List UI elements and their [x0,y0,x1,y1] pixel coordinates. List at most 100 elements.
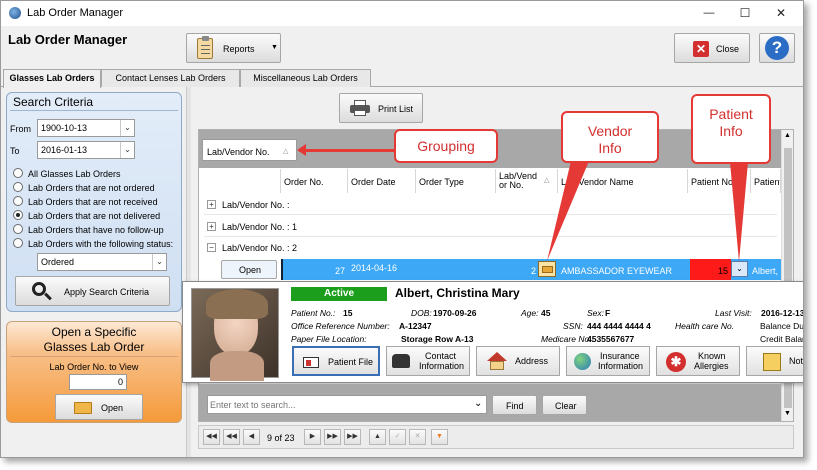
notes-button[interactable]: Not [746,346,804,376]
clipboard-icon [197,36,213,59]
minimize-button[interactable]: — [691,1,727,26]
insurance-information-button[interactable]: Insurance Information [566,346,650,376]
lab-order-no-label: Lab Order No. to View [49,362,139,372]
patient-callout-arrow [730,162,748,262]
cell-order-no: 27 [334,266,345,276]
group-row[interactable]: − Lab/Vendor No. : 2 [204,238,777,258]
collapse-icon[interactable]: − [207,243,216,252]
search-criteria-title: Search Criteria [13,95,94,109]
patient-name: Albert, Christina Mary [395,286,520,300]
to-date-field[interactable]: 2016-01-13 ⌄ [37,141,135,159]
group-chip[interactable]: Lab/Vendor No. △ [202,139,297,161]
ssn-value: 444 4444 4444 4 [587,321,651,331]
prev-page-set-button[interactable]: ◀◀ [223,429,240,445]
clear-button[interactable]: Clear [542,395,587,415]
col-indent [199,169,281,193]
medicare-label: Medicare No.: [541,334,594,344]
group-chip-label: Lab/Vendor No. [207,147,270,157]
cancel-edit-button[interactable]: ✕ [409,429,426,445]
notepad-icon [763,353,781,371]
col-order-no[interactable]: Order No. [281,169,348,193]
patient-no-value: 15 [717,266,728,276]
chevron-down-icon[interactable]: ⌄ [474,398,482,409]
tab-glasses-lab-orders[interactable]: Glasses Lab Orders [3,69,101,88]
known-label: Known [698,351,726,361]
radio-not-delivered[interactable] [13,210,23,220]
confirm-button[interactable]: ✓ [389,429,406,445]
lab-order-no-field[interactable]: 0 [69,374,127,390]
pager-text: 9 of 23 [267,433,295,443]
col-order-date[interactable]: Order Date [348,169,416,193]
grouping-arrow [299,149,395,152]
expand-icon[interactable]: + [207,222,216,231]
close-icon: ✕ [693,41,709,57]
print-list-label: Print List [378,104,414,114]
row-open-button[interactable]: Open [221,260,277,279]
radio-label: Lab Orders with the following status: [28,239,174,249]
radio-following-status[interactable] [13,238,23,248]
radio-not-ordered[interactable] [13,182,23,192]
contact-information-button[interactable]: Contact Information [386,346,470,376]
next-page-set-button[interactable]: ▶▶ [324,429,341,445]
house-icon [487,352,507,361]
prev-page-button[interactable]: ◀ [243,429,260,445]
open-order-button[interactable]: Open [55,394,143,420]
grouping-callout: Grouping [394,129,498,163]
reports-label: Reports [223,44,255,54]
open-label: Open [101,403,124,413]
address-button[interactable]: Address [476,346,560,376]
radio-not-received[interactable] [13,196,23,206]
open-panel-title-1: Open a Specific [51,325,137,339]
printer-icon [350,100,370,116]
vendor-info-button[interactable] [538,261,556,277]
information-label: Information [419,361,465,371]
next-page-button[interactable]: ▶ [304,429,321,445]
scroll-up-icon[interactable]: ▲ [784,132,791,139]
print-list-button[interactable]: Print List [339,93,423,123]
allergies-label: Allergies [694,361,729,371]
close-window-button[interactable]: ✕ [763,1,799,26]
chevron-down-icon: ⌄ [120,120,134,136]
cell-order-date: 2014-04-16 [351,263,398,273]
group-row[interactable]: + Lab/Vendor No. : [204,195,777,215]
expand-icon[interactable]: + [207,200,216,209]
maximize-button[interactable]: ☐ [727,1,763,26]
col-order-type[interactable]: Order Type [416,169,496,193]
status-select[interactable]: Ordered ⌄ [37,253,167,271]
grid-search-field[interactable]: ⌄ [207,395,487,414]
globe-icon [574,353,591,370]
apply-search-criteria-button[interactable]: Apply Search Criteria [15,276,170,306]
first-page-button[interactable]: ◀◀ [203,429,220,445]
from-date-field[interactable]: 1900-10-13 ⌄ [37,119,135,137]
radio-label: Lab Orders that are not ordered [28,183,155,193]
row-open-label: Open [239,265,262,275]
insurance-information-label: Information [598,361,644,371]
ssn-label: SSN: [563,321,583,331]
find-button[interactable]: Find [492,395,537,415]
help-button[interactable]: ? [759,33,795,63]
filter-button[interactable]: ▼ [431,429,448,445]
notes-label: Not [789,356,804,366]
tab-contact-lenses-lab-orders[interactable]: Contact Lenses Lab Orders [101,69,240,87]
known-allergies-button[interactable]: ✱ Known Allergies [656,346,740,376]
app-icon [9,7,21,19]
patient-file-button[interactable]: Patient File [292,346,380,376]
radio-no-follow-up[interactable] [13,224,23,234]
grid-search-input[interactable] [210,397,465,412]
radio-all-glasses-lab-orders[interactable] [13,168,23,178]
contact-label: Contact [425,351,457,361]
reports-button[interactable]: Reports ▼ [186,33,281,63]
scroll-down-icon[interactable]: ▼ [784,410,791,417]
open-panel-divider [10,356,178,357]
close-button[interactable]: ✕ Close [674,33,750,63]
group-label: Lab/Vendor No. : 2 [222,243,298,253]
sex-value: F [605,308,611,318]
search-title-divider [10,110,178,111]
group-row[interactable]: + Lab/Vendor No. : 1 [204,217,777,237]
medical-cross-icon: ✱ [666,352,686,372]
append-button[interactable]: ▲ [369,429,386,445]
last-page-button[interactable]: ▶▶ [344,429,361,445]
chevron-down-icon: ▼ [271,44,278,51]
office-ref-value: A-12347 [399,321,432,331]
tab-miscellaneous-lab-orders[interactable]: Miscellaneous Lab Orders [240,69,371,87]
